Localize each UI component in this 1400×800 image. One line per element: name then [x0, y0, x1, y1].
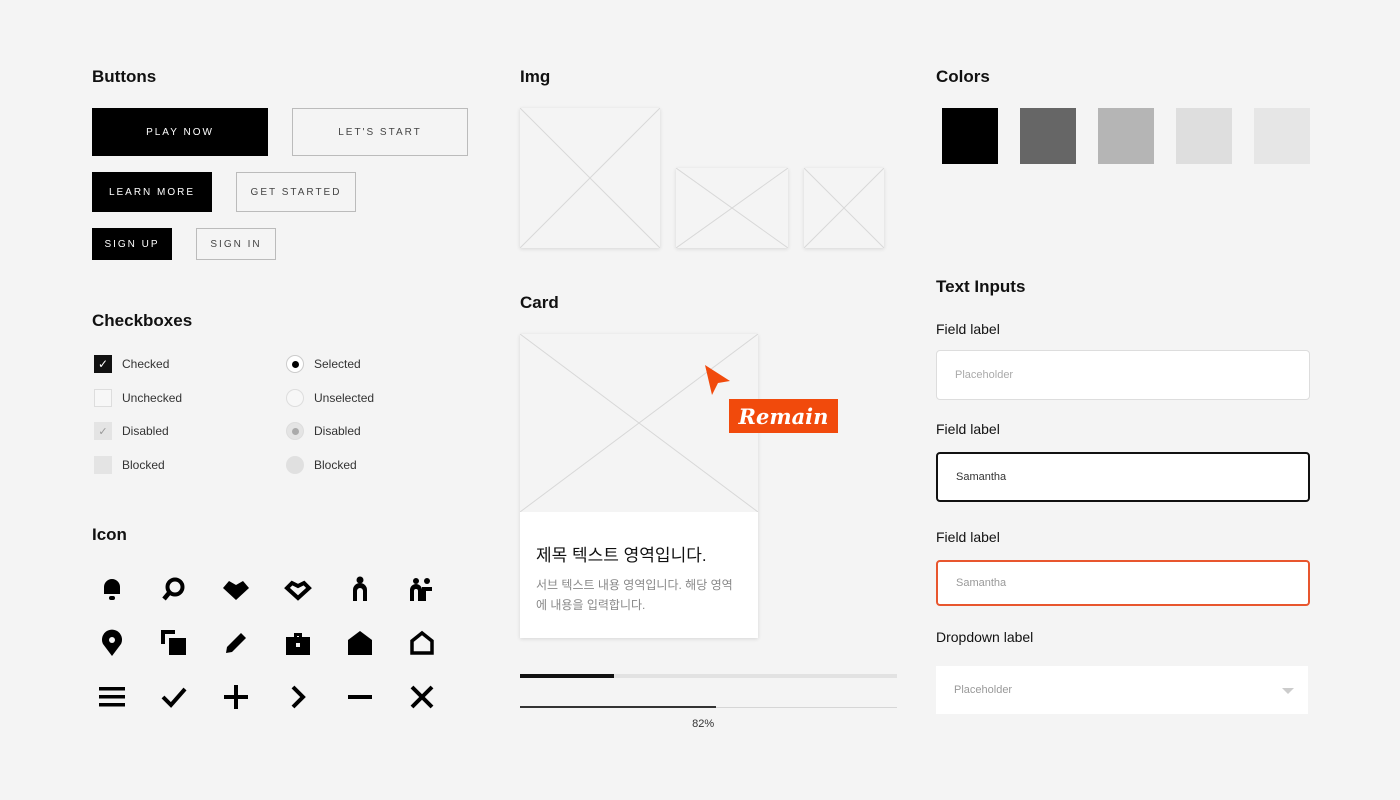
- menu-icon: [98, 683, 126, 711]
- radio-unselected-dot[interactable]: [286, 389, 304, 407]
- colors-section-title: Colors: [936, 67, 990, 86]
- home-filled-icon: [346, 629, 374, 657]
- checkbox-checked[interactable]: ✓ Checked: [94, 355, 169, 373]
- progress-bar-fill: [520, 674, 615, 678]
- minus-icon: [346, 683, 374, 711]
- input-placeholder: Placeholder: [955, 369, 1014, 381]
- radio-label: Blocked: [314, 458, 357, 472]
- field-label: Field label: [936, 421, 1000, 437]
- field-label: Field label: [936, 321, 1000, 337]
- radio-selected[interactable]: Selected: [286, 355, 361, 373]
- card-section-title: Card: [520, 293, 559, 312]
- text-inputs-section-title: Text Inputs: [936, 277, 1026, 296]
- img-section-title: Img: [520, 67, 551, 86]
- card-subtitle: 서브 텍스트 내용 영역입니다. 해당 영역에 내용을 입력합니다.: [536, 578, 733, 612]
- heart-outline-icon: [284, 575, 312, 603]
- radio-blocked-dot: [286, 456, 304, 474]
- radio-label: Unselected: [314, 391, 375, 405]
- color-swatch-black: [942, 108, 998, 164]
- progress-line-fill: [520, 706, 717, 708]
- checkbox-disabled-box: ✓: [94, 422, 112, 440]
- radio-label: Selected: [314, 357, 361, 371]
- image-placeholder-small: [804, 168, 884, 248]
- card-image-placeholder: [519, 333, 759, 513]
- chevron-right-icon: [284, 683, 312, 711]
- remain-badge: Remain: [729, 399, 838, 433]
- image-placeholder-medium: [676, 168, 788, 248]
- field-label: Field label: [936, 529, 1000, 545]
- sign-in-button[interactable]: SIGN IN: [196, 228, 276, 260]
- color-swatch-dark-gray: [1020, 108, 1076, 164]
- lets-start-button[interactable]: LET'S START: [292, 108, 468, 156]
- copy-icon: [160, 629, 188, 657]
- dropdown-label: Dropdown label: [936, 629, 1034, 645]
- radio-label: Disabled: [314, 424, 361, 438]
- text-input-default[interactable]: Placeholder: [936, 350, 1310, 400]
- input-value: Samantha: [956, 577, 1007, 589]
- color-swatch-light-gray: [1176, 108, 1232, 164]
- text-input-focused[interactable]: Samantha: [936, 452, 1310, 502]
- checkbox-blocked: Blocked: [94, 456, 165, 474]
- chevron-down-icon: [1282, 688, 1294, 694]
- people-icon: [408, 575, 436, 603]
- radio-blocked: Blocked: [286, 456, 357, 474]
- checkbox-label: Disabled: [122, 424, 169, 438]
- radio-disabled-dot: [286, 422, 304, 440]
- radio-unselected[interactable]: Unselected: [286, 389, 374, 407]
- checkbox-unchecked[interactable]: Unchecked: [94, 389, 182, 407]
- checkbox-disabled: ✓ Disabled: [94, 422, 169, 440]
- person-icon: [346, 575, 374, 603]
- sign-up-button[interactable]: SIGN UP: [92, 228, 172, 260]
- map-pin-icon: [98, 629, 126, 657]
- get-started-button[interactable]: GET STARTED: [236, 172, 356, 212]
- cursor-arrow-icon: [703, 364, 733, 396]
- close-icon: [408, 683, 436, 711]
- checkbox-label: Unchecked: [122, 391, 183, 405]
- image-placeholder-large: [520, 108, 660, 248]
- icon-section-title: Icon: [92, 525, 127, 544]
- learn-more-button[interactable]: LEARN MORE: [92, 172, 212, 212]
- heart-filled-icon: [222, 575, 250, 603]
- checkbox-blocked-box: [94, 456, 112, 474]
- play-now-button[interactable]: PLAY NOW: [92, 108, 268, 156]
- checkbox-label: Blocked: [122, 458, 165, 472]
- plus-icon: [222, 683, 250, 711]
- dropdown-placeholder: Placeholder: [954, 684, 1013, 696]
- checkbox-unchecked-box[interactable]: [94, 389, 112, 407]
- checkboxes-section-title: Checkboxes: [92, 311, 193, 330]
- home-outline-icon: [408, 629, 436, 657]
- check-icon: [160, 683, 188, 711]
- color-swatch-gray: [1098, 108, 1154, 164]
- buttons-section-title: Buttons: [92, 67, 157, 86]
- checkbox-checked-box[interactable]: ✓: [94, 355, 112, 373]
- input-value: Samantha: [956, 471, 1007, 483]
- checkbox-label: Checked: [122, 357, 170, 371]
- progress-percent-label: 82%: [692, 718, 715, 730]
- pencil-icon: [222, 629, 250, 657]
- briefcase-icon: [284, 629, 312, 657]
- bell-icon: [98, 575, 126, 603]
- dropdown-select[interactable]: Placeholder: [936, 666, 1308, 714]
- radio-disabled: Disabled: [286, 422, 361, 440]
- radio-selected-dot[interactable]: [286, 355, 304, 373]
- color-swatch-lightest-gray: [1254, 108, 1310, 164]
- card-title: 제목 텍스트 영역입니다.: [536, 546, 707, 565]
- text-input-error[interactable]: Samantha: [936, 560, 1310, 606]
- search-icon: [160, 575, 188, 603]
